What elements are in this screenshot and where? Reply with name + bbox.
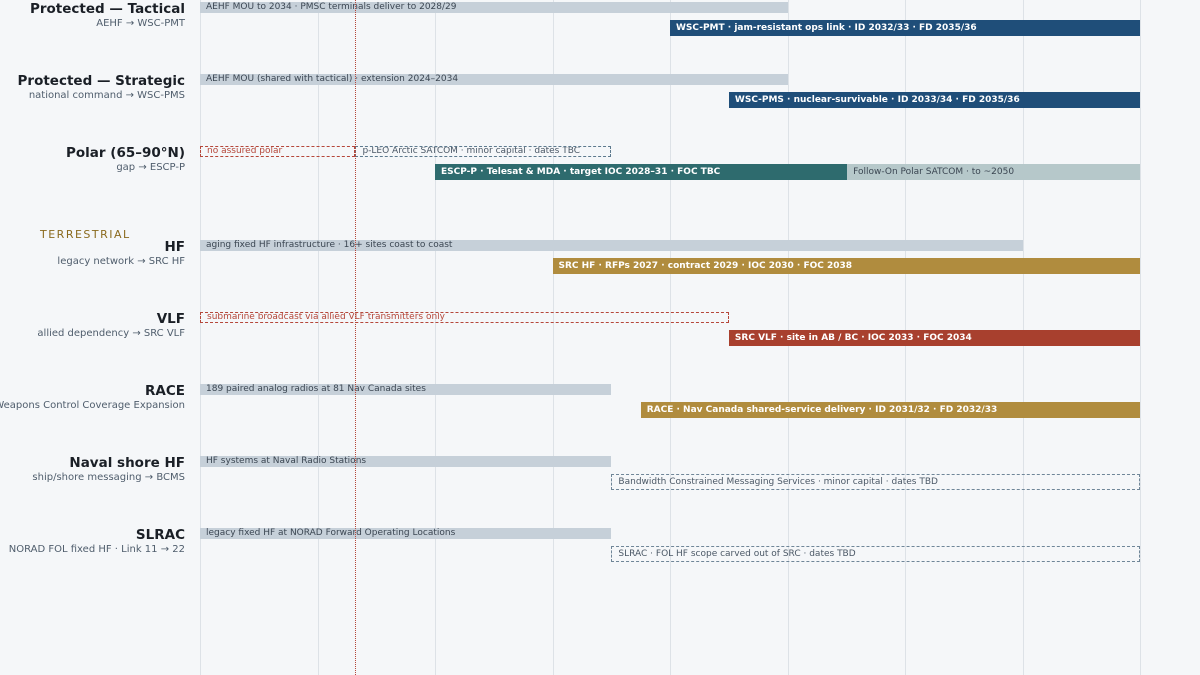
row-subtitle-protected-tactical: AEHF → WSC-PMT [96, 18, 185, 29]
row-title-protected-tactical: Protected — Tactical [29, 1, 185, 17]
row-title-race: RACE [145, 382, 185, 399]
bar-naval-shore-hf-1: Bandwidth Constrained Messaging Services… [611, 473, 1140, 490]
row-subtitle-polar: gap → ESCP-P [116, 162, 185, 173]
row-title-protected-strategic: Protected — Strategic [17, 73, 185, 89]
bar-protected-strategic-0: AEHF MOU (shared with tactical) · extens… [200, 74, 788, 85]
bar-polar-2: ESCP-P · Telesat & MDA · target IOC 2028… [435, 164, 848, 180]
bar-slrac-0: legacy fixed HF at NORAD Forward Operati… [200, 527, 612, 539]
bar-hf-0: aging fixed HF infrastructure · 16+ site… [200, 239, 1023, 251]
bar-hf-1: SRC HF · RFPs 2027 · contract 2029 · IOC… [552, 257, 1140, 274]
gridline [553, 0, 554, 675]
bar-slrac-1: SLRAC · FOL HF scope carved out of SRC ·… [611, 545, 1140, 562]
gridline [200, 0, 201, 675]
bar-vlf-1: SRC VLF · site in AB / BC · IOC 2033 · F… [728, 329, 1140, 346]
row-subtitle-vlf: allied dependency → SRC VLF [37, 327, 185, 339]
row-subtitle-naval-shore-hf: ship/shore messaging → BCMS [32, 471, 185, 483]
bar-polar-0: no assured polar [200, 146, 356, 157]
row-title-vlf: VLF [156, 310, 185, 327]
row-title-hf: HF [164, 238, 185, 255]
gridline [318, 0, 319, 675]
gridline [435, 0, 436, 675]
bar-polar-1: p-LEO Arctic SATCOM · minor capital · da… [355, 146, 612, 157]
bar-race-1: RACE · Nav Canada shared-service deliver… [640, 401, 1140, 418]
bar-polar-3: Follow-On Polar SATCOM · to ~2050 [847, 164, 1140, 180]
gridline [1140, 0, 1141, 675]
row-title-naval-shore-hf: Naval shore HF [69, 454, 185, 471]
row-subtitle-hf: legacy network → SRC HF [57, 255, 185, 267]
bar-naval-shore-hf-0: HF systems at Naval Radio Stations [200, 455, 612, 467]
row-title-polar: Polar (65–90°N) [66, 145, 185, 161]
section-label-terrestrial: TERRESTRIAL [40, 228, 131, 241]
bar-protected-tactical-0: AEHF MOU to 2034 · PMSC terminals delive… [200, 2, 788, 13]
row-title-slrac: SLRAC [135, 526, 185, 543]
row-subtitle-protected-strategic: national command → WSC-PMS [28, 90, 185, 101]
bar-vlf-0: submarine broadcast via allied VLF trans… [200, 311, 729, 323]
roadmap-chart: TERRESTRIAL Protected — Tactical AEHF → W… [0, 0, 1200, 675]
gridline [670, 0, 671, 675]
today-marker-line [355, 0, 356, 675]
bar-protected-strategic-1: WSC-PMS · nuclear-survivable · ID 2033/3… [728, 92, 1140, 108]
bar-protected-tactical-1: WSC-PMT · jam-resistant ops link · ID 20… [670, 20, 1140, 36]
row-subtitle-slrac: NORAD FOL fixed HF · Link 11 → 22 [8, 543, 185, 555]
bar-race-0: 189 paired analog radios at 81 Nav Canad… [200, 383, 612, 395]
row-subtitle-race: Weapons Control Coverage Expansion [0, 399, 185, 411]
